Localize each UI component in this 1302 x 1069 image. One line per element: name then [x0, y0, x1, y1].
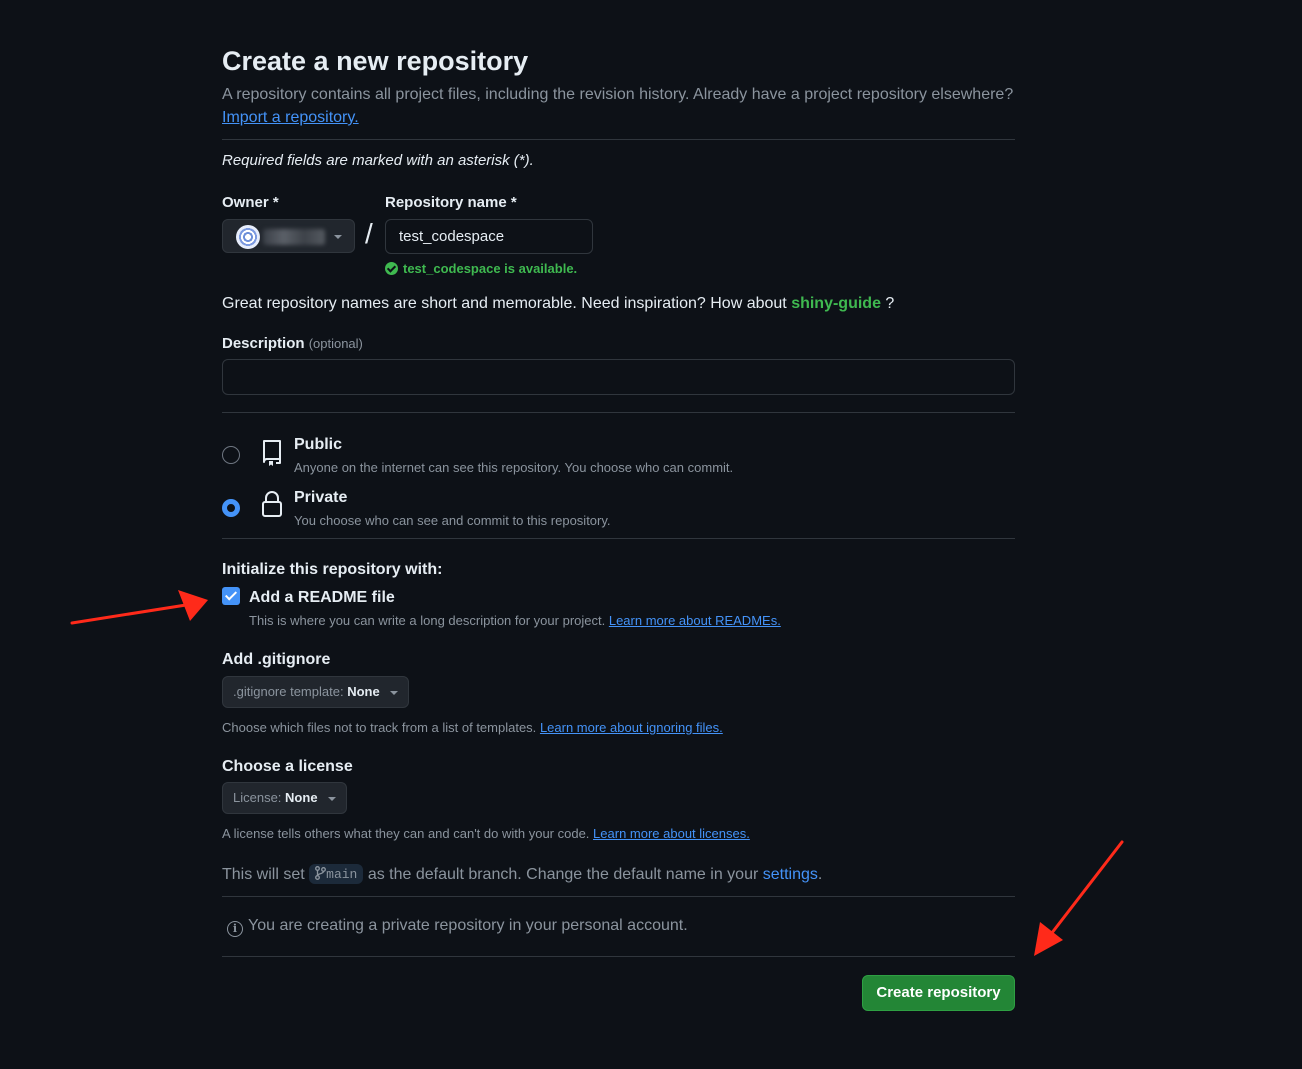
annotation-arrows: [70, 590, 1124, 956]
annotation-arrow-create: [1034, 840, 1124, 956]
annotation-arrow-readme: [70, 590, 208, 625]
